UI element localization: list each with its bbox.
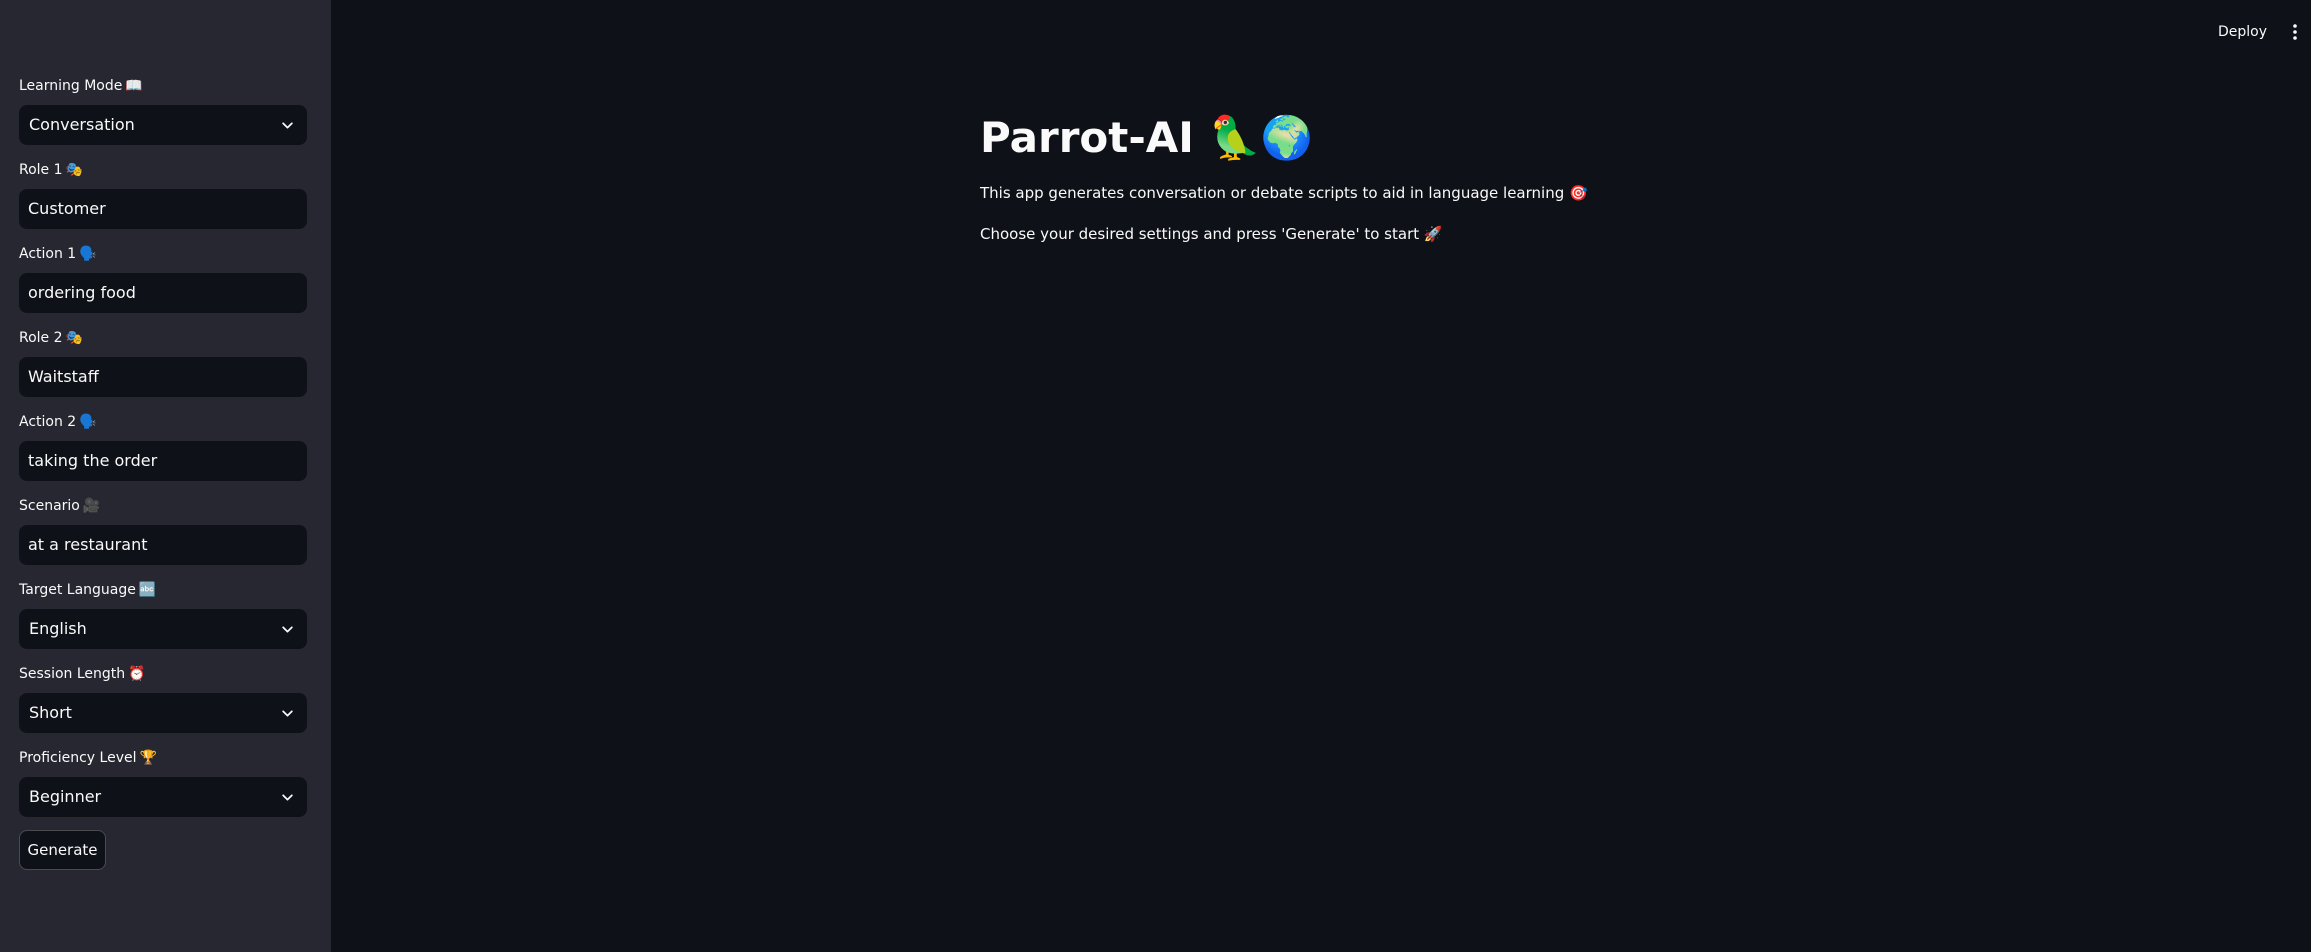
target-language-select[interactable]: English	[19, 609, 307, 649]
learning-mode-field: Learning Mode 📖 Conversation	[19, 75, 307, 145]
learning-mode-value: Conversation	[29, 115, 135, 134]
action1-value: ordering food	[28, 283, 136, 302]
role1-input[interactable]: Customer	[19, 189, 307, 229]
instruction-text: Choose your desired settings and press '…	[980, 225, 1443, 243]
session-length-select[interactable]: Short	[19, 693, 307, 733]
app-description: This app generates conversation or debat…	[980, 184, 1588, 202]
generate-button[interactable]: Generate	[19, 830, 106, 870]
session-length-field: Session Length ⏰ Short	[19, 663, 307, 733]
target-language-field: Target Language 🔤 English	[19, 579, 307, 649]
learning-mode-label: Learning Mode 📖	[19, 78, 143, 94]
theater-masks-icon: 🎭	[65, 330, 83, 346]
book-icon: 📖	[125, 78, 143, 94]
action1-field: Action 1 🗣️ ordering food	[19, 243, 307, 313]
trophy-icon: 🏆	[139, 750, 157, 766]
action2-field: Action 2 🗣️ taking the order	[19, 411, 307, 481]
proficiency-level-select[interactable]: Beginner	[19, 777, 307, 817]
scenario-value: at a restaurant	[28, 535, 148, 554]
proficiency-level-label: Proficiency Level 🏆	[19, 750, 157, 766]
action2-input[interactable]: taking the order	[19, 441, 307, 481]
proficiency-level-field: Proficiency Level 🏆 Beginner	[19, 747, 307, 817]
app-root: Learning Mode 📖 Conversation Role 1 🎭 Cust…	[0, 0, 2311, 952]
action2-label: Action 2 🗣️	[19, 414, 97, 430]
speaking-head-icon: 🗣️	[79, 246, 97, 262]
alarm-clock-icon: ⏰	[128, 666, 146, 682]
scenario-input[interactable]: at a restaurant	[19, 525, 307, 565]
chevron-down-icon	[282, 794, 293, 801]
theater-masks-icon: 🎭	[65, 162, 83, 178]
vertical-ellipsis-icon[interactable]	[2289, 21, 2301, 43]
sidebar: Learning Mode 📖 Conversation Role 1 🎭 Cust…	[0, 0, 331, 952]
role1-value: Customer	[28, 199, 106, 218]
chevron-down-icon	[282, 122, 293, 129]
abc-letters-icon: 🔤	[138, 582, 157, 598]
role2-field: Role 2 🎭 Waitstaff	[19, 327, 307, 397]
session-length-value: Short	[29, 703, 72, 722]
speaking-head-icon: 🗣️	[79, 414, 97, 430]
action1-label: Action 1 🗣️	[19, 246, 97, 262]
session-length-label: Session Length ⏰	[19, 666, 146, 682]
role1-field: Role 1 🎭 Customer	[19, 159, 307, 229]
role2-input[interactable]: Waitstaff	[19, 357, 307, 397]
page-title: Parrot-AI 🦜🌍	[980, 113, 1314, 162]
role1-label: Role 1 🎭	[19, 162, 83, 178]
target-language-label: Target Language 🔤	[19, 582, 157, 598]
chevron-down-icon	[282, 710, 293, 717]
target-language-value: English	[29, 619, 87, 638]
scenario-label: Scenario 🎥	[19, 498, 101, 514]
role2-label: Role 2 🎭	[19, 330, 83, 346]
proficiency-level-value: Beginner	[29, 787, 102, 806]
deploy-button[interactable]: Deploy	[2218, 20, 2267, 44]
action1-input[interactable]: ordering food	[19, 273, 307, 313]
learning-mode-select[interactable]: Conversation	[19, 105, 307, 145]
scenario-field: Scenario 🎥 at a restaurant	[19, 495, 307, 565]
chevron-down-icon	[282, 626, 293, 633]
action2-value: taking the order	[28, 451, 158, 470]
movie-camera-icon: 🎥	[82, 498, 101, 514]
role2-value: Waitstaff	[28, 367, 99, 386]
